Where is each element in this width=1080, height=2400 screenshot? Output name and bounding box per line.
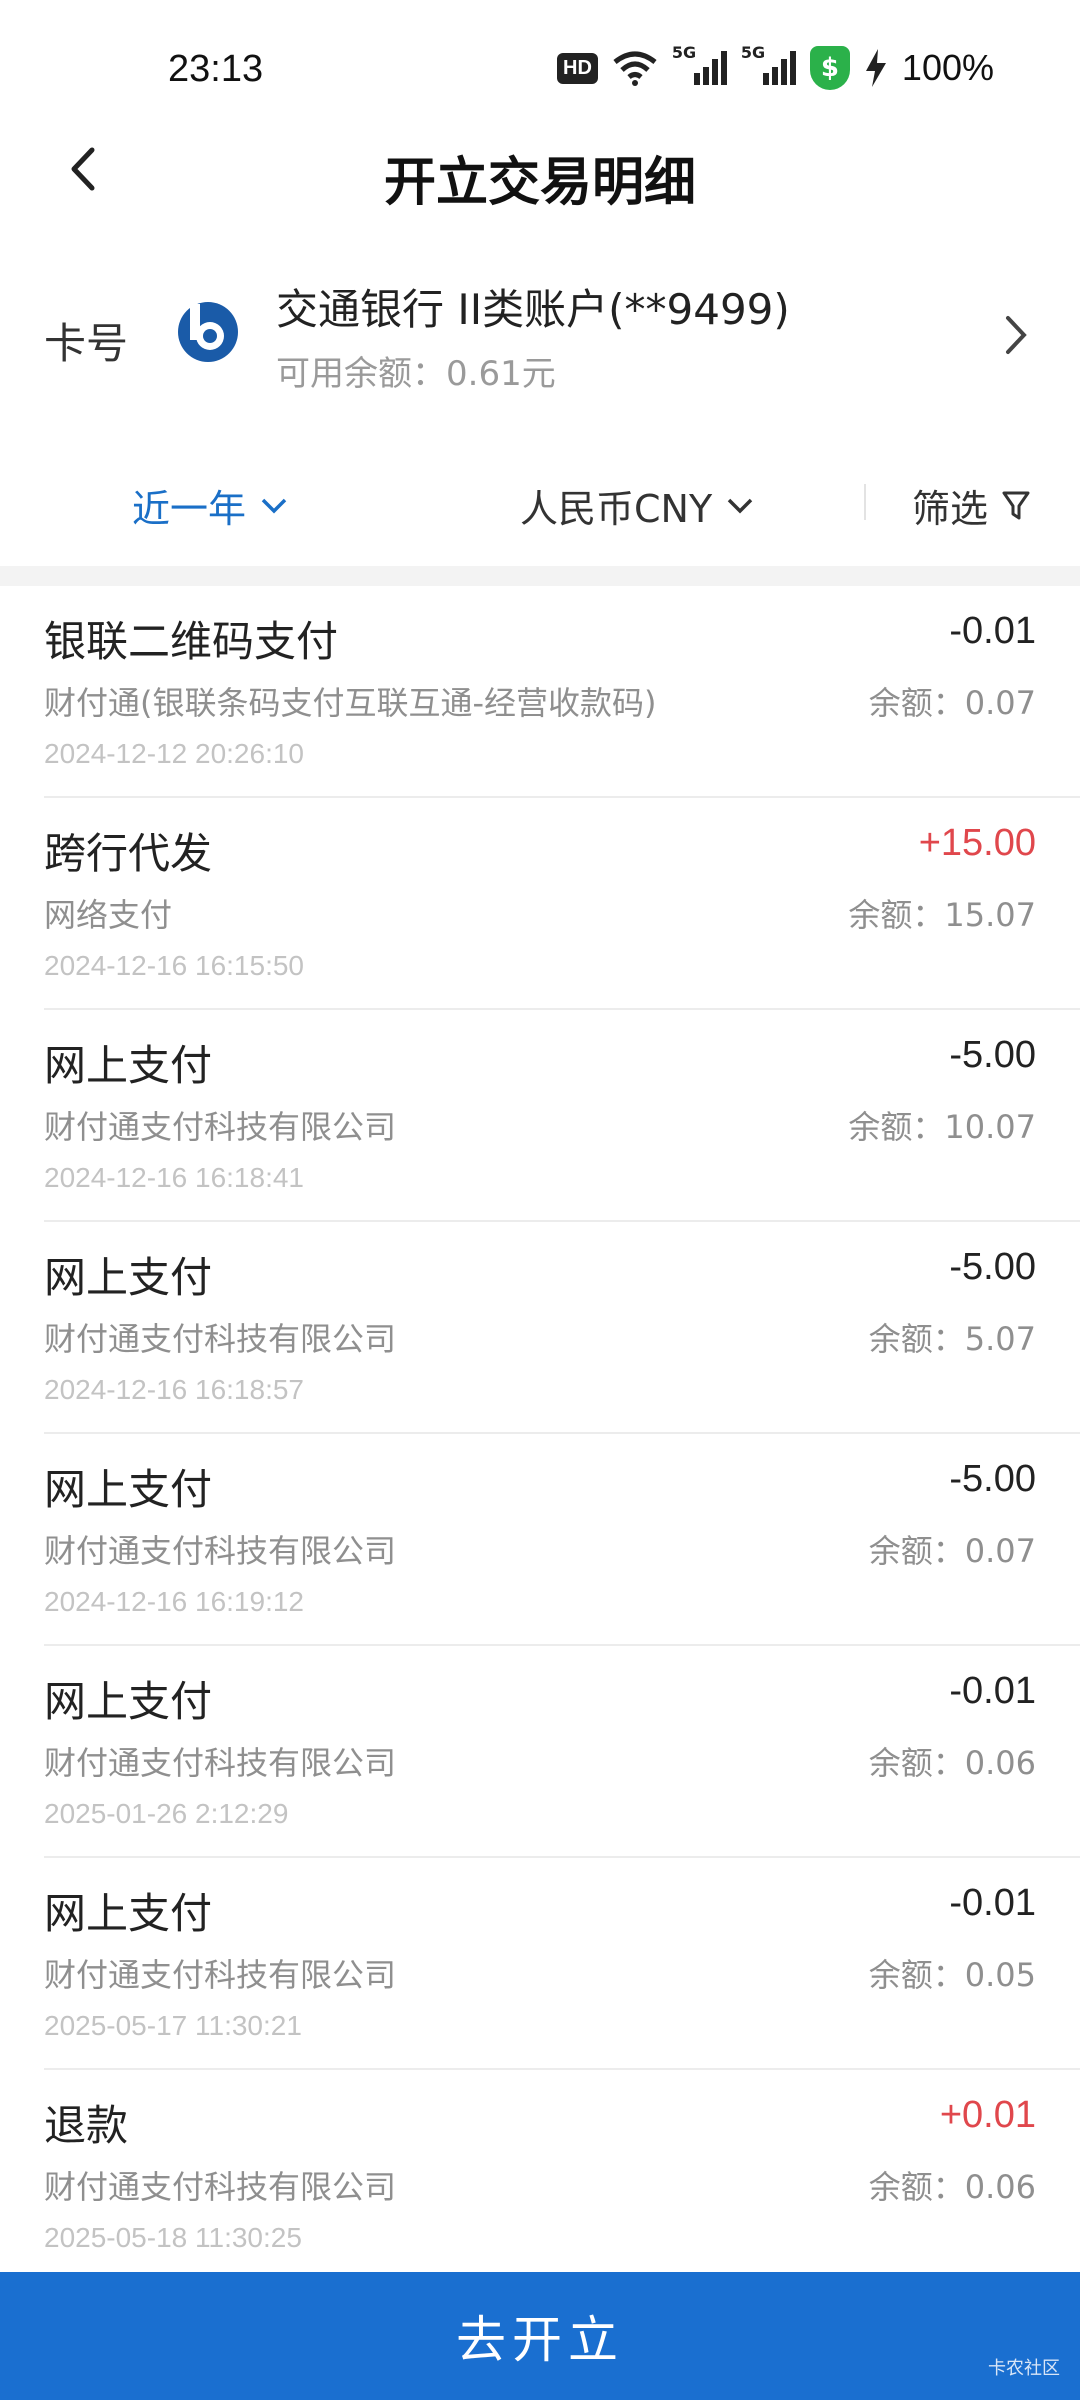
transaction-time: 2024-12-12 20:26:10 xyxy=(44,738,304,769)
chevron-right-icon[interactable] xyxy=(996,310,1036,360)
period-filter[interactable]: 近一年 xyxy=(132,478,288,533)
transaction-amount: -0.01 xyxy=(949,1882,1036,1924)
transaction-merchant: 财付通支付科技有限公司 xyxy=(44,1532,397,1570)
transaction-balance: 余额：0.05 xyxy=(868,1956,1036,1994)
transaction-title: 网上支付 xyxy=(44,1465,213,1514)
transaction-merchant: 财付通支付科技有限公司 xyxy=(44,1956,397,1994)
transaction-merchant: 财付通支付科技有限公司 xyxy=(44,1320,397,1358)
currency-filter-label: 人民币CNY xyxy=(520,487,713,531)
chevron-down-icon xyxy=(727,498,753,513)
transaction-time: 2024-12-16 16:18:41 xyxy=(44,1162,304,1193)
network-label: 5G xyxy=(671,43,697,62)
transaction-row[interactable]: 跨行代发 +15.00 网络支付 余额：15.07 2024-12-16 16:… xyxy=(44,798,1080,1010)
transaction-row[interactable]: 退款 +0.01 财付通支付科技有限公司 余额：0.06 2025-05-18 … xyxy=(44,2070,1080,2282)
transaction-title: 网上支付 xyxy=(44,1041,213,1090)
transaction-merchant: 财付通支付科技有限公司 xyxy=(44,1744,397,1782)
funnel-icon xyxy=(1002,491,1030,519)
transaction-balance: 余额：0.06 xyxy=(868,1744,1036,1782)
transaction-merchant: 财付通(银联条码支付互联互通-经营收款码) xyxy=(44,684,657,722)
chevron-down-icon xyxy=(261,498,287,513)
transaction-balance: 余额：5.07 xyxy=(868,1320,1036,1358)
header: 开立交易明细 xyxy=(0,120,1080,220)
transaction-amount: +0.01 xyxy=(939,2094,1036,2136)
screen-filter[interactable]: 筛选 xyxy=(912,478,1030,533)
filter-bar: 近一年 人民币CNY 筛选 xyxy=(0,460,1080,540)
status-time: 23:13 xyxy=(168,48,264,90)
charging-icon xyxy=(865,49,886,87)
transaction-list: 银联二维码支付 -0.01 财付通(银联条码支付互联互通-经营收款码) 余额：0… xyxy=(0,586,1080,2282)
transaction-amount: -5.00 xyxy=(949,1458,1036,1500)
status-icons: HD 5G 5G $ 100% xyxy=(557,43,994,90)
screen-filter-label: 筛选 xyxy=(912,487,989,531)
transaction-merchant: 网络支付 xyxy=(44,896,173,934)
transaction-balance: 余额：0.07 xyxy=(868,684,1036,722)
card-selector[interactable]: 卡号 交通银行 II类账户(**9499) 可用余额：0.61元 xyxy=(0,270,1080,410)
transaction-merchant: 财付通支付科技有限公司 xyxy=(44,2168,397,2206)
period-filter-label: 近一年 xyxy=(132,487,247,531)
transaction-balance: 余额：10.07 xyxy=(848,1108,1036,1146)
filter-divider xyxy=(864,484,866,520)
open-account-button[interactable]: 去开立 xyxy=(0,2272,1080,2400)
transaction-amount: -0.01 xyxy=(949,610,1036,652)
transaction-merchant: 财付通支付科技有限公司 xyxy=(44,1108,397,1146)
transaction-amount: -0.01 xyxy=(949,1670,1036,1712)
transaction-title: 网上支付 xyxy=(44,1889,213,1938)
transaction-row[interactable]: 网上支付 -5.00 财付通支付科技有限公司 余额：10.07 2024-12-… xyxy=(44,1010,1080,1222)
transaction-time: 2025-01-26 2:12:29 xyxy=(44,1798,289,1829)
transaction-row[interactable]: 银联二维码支付 -0.01 财付通(银联条码支付互联互通-经营收款码) 余额：0… xyxy=(44,586,1080,798)
network-label-2: 5G xyxy=(740,43,766,62)
transaction-balance: 余额：0.07 xyxy=(868,1532,1036,1570)
battery-level: 100% xyxy=(901,47,994,88)
transaction-title: 银联二维码支付 xyxy=(44,617,339,666)
hd-icon: HD xyxy=(557,52,598,84)
transaction-amount: -5.00 xyxy=(949,1246,1036,1288)
transaction-row[interactable]: 网上支付 -0.01 财付通支付科技有限公司 余额：0.06 2025-01-2… xyxy=(44,1646,1080,1858)
transaction-time: 2024-12-16 16:15:50 xyxy=(44,950,304,981)
page-title: 开立交易明细 xyxy=(383,153,696,213)
signal-icon: 5G xyxy=(672,43,727,85)
transaction-time: 2025-05-18 11:30:25 xyxy=(44,2222,302,2253)
section-separator xyxy=(0,566,1080,586)
currency-filter[interactable]: 人民币CNY xyxy=(520,478,754,533)
transaction-balance: 余额：15.07 xyxy=(848,896,1036,934)
transaction-title: 网上支付 xyxy=(44,1253,213,1302)
watermark: 卡农社区 xyxy=(988,2358,1060,2379)
transaction-title: 退款 xyxy=(44,2101,129,2150)
status-bar: 23:13 HD 5G 5G $ 100% xyxy=(0,0,1080,140)
transaction-amount: +15.00 xyxy=(918,822,1036,864)
card-label: 卡号 xyxy=(44,319,129,368)
available-balance: 可用余额：0.61元 xyxy=(276,354,556,394)
transaction-row[interactable]: 网上支付 -5.00 财付通支付科技有限公司 余额：0.07 2024-12-1… xyxy=(44,1434,1080,1646)
transaction-title: 跨行代发 xyxy=(44,829,213,878)
transaction-row[interactable]: 网上支付 -0.01 财付通支付科技有限公司 余额：0.05 2025-05-1… xyxy=(44,1858,1080,2070)
security-shield-icon: $ xyxy=(809,46,850,90)
transaction-time: 2025-05-17 11:30:21 xyxy=(44,2010,302,2041)
transaction-row[interactable]: 网上支付 -5.00 财付通支付科技有限公司 余额：5.07 2024-12-1… xyxy=(44,1222,1080,1434)
transaction-title: 网上支付 xyxy=(44,1677,213,1726)
transaction-balance: 余额：0.06 xyxy=(868,2168,1036,2206)
bank-logo-icon xyxy=(178,302,238,362)
transaction-amount: -5.00 xyxy=(949,1034,1036,1076)
signal-icon-2: 5G xyxy=(741,43,796,85)
bank-account-name: 交通银行 II类账户(**9499) xyxy=(276,285,790,334)
wifi-icon xyxy=(613,51,657,86)
transaction-time: 2024-12-16 16:19:12 xyxy=(44,1586,304,1617)
transaction-time: 2024-12-16 16:18:57 xyxy=(44,1374,304,1405)
